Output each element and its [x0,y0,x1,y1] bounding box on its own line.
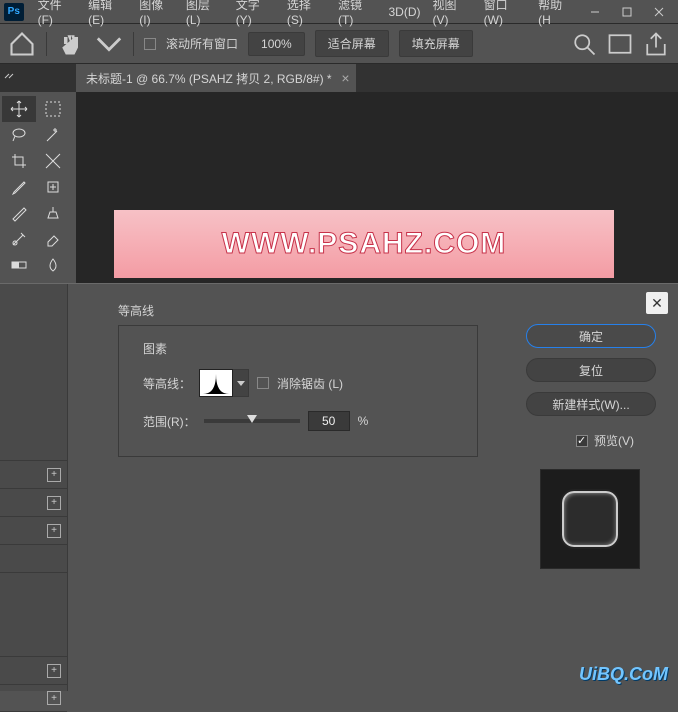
percent-label: % [358,414,369,428]
blur-tool[interactable] [36,252,70,278]
plus-icon[interactable]: + [47,468,61,482]
brush-tool[interactable] [2,200,36,226]
range-input[interactable] [308,411,350,431]
fill-screen-button[interactable]: 填充屏幕 [399,30,473,57]
healing-brush-tool[interactable] [36,174,70,200]
history-brush-tool[interactable] [2,226,36,252]
menu-image[interactable]: 图像(I) [133,0,180,27]
home-icon[interactable] [8,30,36,58]
gradient-tool[interactable] [2,252,36,278]
zoom-level[interactable]: 100% [248,32,305,56]
menu-type[interactable]: 文字(Y) [230,0,281,27]
crop-tool[interactable] [2,148,36,174]
list-item[interactable]: + [0,488,67,516]
watermark: UiBQ.CoM [579,664,668,685]
collapse-panels-icon[interactable] [0,64,18,92]
separator [46,32,47,56]
list-item[interactable]: + [0,460,67,488]
antialias-checkbox[interactable] [257,377,269,389]
banner-text: WWW.PSAHZ.COM [222,227,507,261]
hand-tool-icon[interactable] [57,30,85,58]
close-tab-icon[interactable]: × [341,70,349,86]
clone-stamp-tool[interactable] [36,200,70,226]
new-style-button[interactable]: 新建样式(W)... [526,392,656,416]
scroll-all-checkbox[interactable] [144,38,156,50]
list-item[interactable]: + [0,516,67,544]
document-tab-title: 未标题-1 @ 66.7% (PSAHZ 拷贝 2, RGB/8#) * [86,70,332,87]
eraser-tool[interactable] [36,226,70,252]
contour-dropdown-icon[interactable] [233,369,249,397]
lasso-tool[interactable] [2,122,36,148]
marquee-tool[interactable] [36,96,70,122]
maximize-button[interactable] [612,2,642,22]
scroll-all-label: 滚动所有窗口 [166,35,238,52]
eyedropper-tool[interactable] [2,174,36,200]
dialog-close-button[interactable]: ✕ [646,292,668,314]
group-title: 图素 [143,340,463,357]
canvas-content: WWW.PSAHZ.COM [114,210,614,278]
menu-file[interactable]: 文件(F) [32,0,83,27]
contour-picker[interactable] [199,369,233,397]
options-bar: 滚动所有窗口 100% 适合屏幕 填充屏幕 [0,24,678,64]
screen-mode-icon[interactable] [606,30,634,58]
window-controls [580,2,674,22]
dialog-styles-list: + + + + + [0,284,68,691]
section-title: 等高线 [118,302,490,319]
layer-style-dialog: ✕ + + + + + 等高线 图素 等高线： [0,283,678,691]
contour-fieldset: 图素 等高线： 消除锯齿 (L) 范围(R)： % [118,325,478,457]
document-tab[interactable]: 未标题-1 @ 66.7% (PSAHZ 拷贝 2, RGB/8#) * × [76,64,356,92]
contour-label: 等高线： [143,375,191,392]
share-icon[interactable] [642,30,670,58]
menu-bar: Ps 文件(F) 编辑(E) 图像(I) 图层(L) 文字(Y) 选择(S) 滤… [0,0,678,24]
minimize-button[interactable] [580,2,610,22]
app-logo: Ps [4,3,24,21]
preview-checkbox[interactable] [576,435,588,447]
search-icon[interactable] [570,30,598,58]
menu-view[interactable]: 视图(V) [427,0,478,27]
menu-layer[interactable]: 图层(L) [180,0,230,27]
plus-icon[interactable]: + [47,524,61,538]
preview-label: 预览(V) [594,432,634,449]
menu-help[interactable]: 帮助(H [532,0,580,27]
dropdown-icon[interactable] [95,30,123,58]
list-item[interactable]: + [0,656,67,684]
move-tool[interactable] [2,96,36,122]
menu-edit[interactable]: 编辑(E) [82,0,133,27]
close-button[interactable] [644,2,674,22]
fit-screen-button[interactable]: 适合屏幕 [315,30,389,57]
menu-window[interactable]: 窗口(W) [478,0,532,27]
slider-thumb[interactable] [247,415,257,423]
style-preview [540,469,640,569]
plus-icon[interactable]: + [47,664,61,678]
document-tab-bar: 未标题-1 @ 66.7% (PSAHZ 拷贝 2, RGB/8#) * × [0,64,678,92]
preview-shape [560,489,620,549]
dialog-settings-panel: 等高线 图素 等高线： 消除锯齿 (L) 范围(R)： % [68,284,508,691]
plus-icon[interactable]: + [47,691,61,705]
magic-wand-tool[interactable] [36,122,70,148]
list-item[interactable] [0,544,67,572]
list-item[interactable] [0,572,67,600]
list-item[interactable]: + [0,684,67,712]
ok-button[interactable]: 确定 [526,324,656,348]
menu-3d[interactable]: 3D(D) [383,5,427,19]
reset-button[interactable]: 复位 [526,358,656,382]
menu-filter[interactable]: 滤镜(T) [332,0,383,27]
menu-select[interactable]: 选择(S) [281,0,332,27]
plus-icon[interactable]: + [47,496,61,510]
range-slider[interactable] [204,419,300,423]
slice-tool[interactable] [36,148,70,174]
dialog-buttons-panel: 确定 复位 新建样式(W)... 预览(V) [508,284,678,691]
range-label: 范围(R)： [143,413,196,430]
antialias-label: 消除锯齿 (L) [277,375,343,392]
separator [133,32,134,56]
